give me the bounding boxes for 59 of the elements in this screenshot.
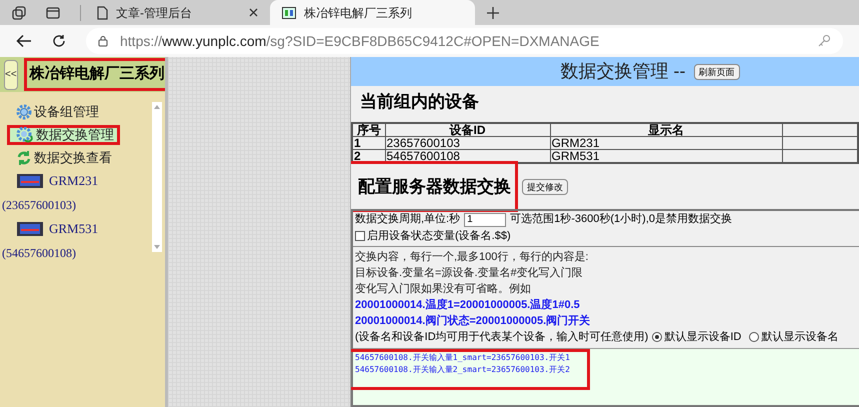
table-cell: 2 (352, 150, 385, 163)
lock-icon (98, 35, 108, 47)
device-id-label: (54657600108) (2, 245, 77, 262)
exchange-text-area[interactable]: 54657600108.开关输入量1_smart=23657600103.开关1 54657600108.开关输入量2_smart=23657600103.开关2 (355, 352, 570, 376)
radio-button[interactable] (652, 332, 662, 342)
radio-label[interactable]: 默认显示设备名 (761, 329, 838, 345)
example-text: 20001000014.温度1=20001000005.温度1#0.5 (355, 298, 581, 313)
nav-item[interactable]: GRM231 (7, 171, 104, 191)
device-icon (16, 173, 44, 189)
submit-button[interactable]: 提交修改 (522, 178, 568, 194)
help-text: 变化写入门限如果没有可省略。例如 (355, 282, 532, 297)
tab-title: 株冶锌电解厂三系列 (304, 4, 413, 22)
document-icon (97, 6, 108, 20)
column-header: 显示名 (550, 123, 782, 136)
help-text: 交换内容，每行一个,最多100行，每行的内容是: (355, 250, 590, 265)
period-label: 数据交换周期,单位:秒 (355, 212, 460, 228)
help-text: 目标设备.变量名=源设备.变量名#变化写入门限 (355, 266, 584, 281)
note-text: (设备名和设备ID均可用于代表某个设备，输入时可任意使用) (355, 330, 648, 345)
refresh-button[interactable]: 刷新页面 (694, 64, 740, 80)
new-tab-button[interactable] (487, 6, 499, 18)
table-cell: 23657600103 (385, 136, 550, 150)
table-cell: 1 (352, 136, 385, 150)
period-hint: 可选范围1秒-3600秒(1小时),0是禁用数据交换 (510, 212, 732, 228)
browser-tab[interactable]: 文章-管理后台 (85, 0, 270, 25)
section-heading: 当前组内的设备 (359, 91, 480, 113)
sync-arrows-icon (16, 150, 32, 166)
radio-button[interactable] (749, 332, 760, 342)
tab-title: 文章-管理后台 (116, 4, 193, 22)
column-header: 序号 (352, 123, 385, 136)
column-header: 设备ID (385, 123, 550, 136)
device-icon (16, 221, 44, 237)
section-heading: 配置服务器数据交换 (351, 160, 518, 212)
gear-icon (16, 127, 34, 143)
nav-item[interactable]: 数据交换管理 (7, 125, 120, 145)
gear-icon (16, 104, 32, 120)
table-cell: 54657600108 (385, 150, 550, 163)
key-icon[interactable] (817, 34, 831, 48)
collapse-button[interactable]: << (4, 60, 18, 90)
device-id-label: (23657600103) (2, 197, 77, 214)
table-cell: GRM231 (550, 136, 782, 150)
workspaces-icon[interactable] (12, 6, 26, 20)
table-cell: GRM531 (550, 150, 782, 163)
browser-tab[interactable]: 株冶锌电解厂三系列 (270, 0, 475, 25)
example-text: 20001000014.阀门状态=20001000005.阀门开关 (355, 314, 592, 329)
close-tab-icon[interactable] (249, 8, 258, 17)
checkbox-label[interactable]: 启用设备状态变量(设备名.$$) (367, 228, 511, 244)
nav-item[interactable]: GRM531 (7, 219, 104, 239)
back-icon[interactable] (16, 34, 32, 48)
page-title: 数据交换管理 -- (560, 60, 686, 83)
tab-actions-icon[interactable] (46, 6, 60, 20)
refresh-icon[interactable] (52, 34, 66, 48)
nav-item[interactable]: 设备组管理 (7, 102, 105, 122)
nav-item[interactable]: 数据交换查看 (7, 148, 118, 168)
url-text: https://www.yunplc.com/sg?SID=E9CBF8DB65C9412C#OPEN=DXMANAGE (120, 32, 600, 51)
address-bar[interactable]: https://www.yunplc.com/sg?SID=E9CBF8DB65C9412C#OPEN=DXMANAGE (86, 28, 843, 54)
radio-label[interactable]: 默认显示设备ID (664, 329, 742, 345)
site-icon (282, 6, 296, 18)
period-field[interactable]: 1 (464, 212, 506, 226)
checkbox[interactable] (355, 231, 365, 241)
